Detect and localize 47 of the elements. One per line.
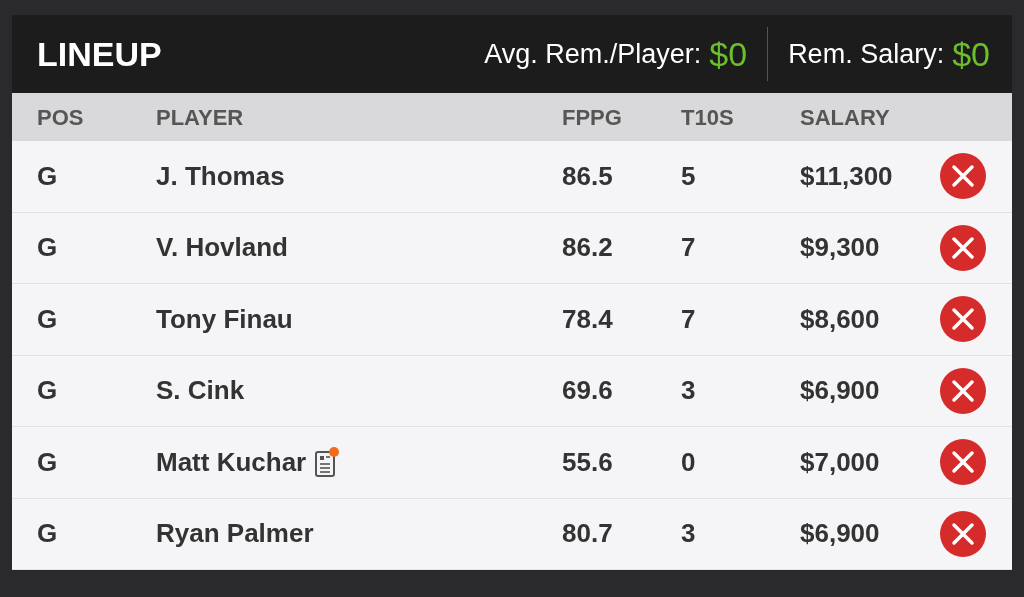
table-cell-text: 86.2 (562, 231, 613, 265)
table-cell-text: $9,300 (800, 231, 880, 265)
news-icon[interactable] (314, 446, 341, 479)
remove-icon[interactable] (940, 510, 986, 557)
remove-icon[interactable] (940, 367, 986, 414)
column-header: PLAYER (156, 103, 245, 132)
table-cell-text: $8,600 (800, 302, 880, 336)
table-cell-text: Tony Finau (156, 302, 293, 336)
table-cell-text: 55.6 (562, 445, 613, 479)
lineup-title: LINEUP (37, 33, 162, 75)
table-cell-text: $7,000 (800, 445, 880, 479)
table-cell-text: G (37, 445, 58, 479)
table-cell-text: $11,300 (800, 159, 893, 193)
stat-value: $0 (952, 33, 990, 75)
table-cell-text: G (37, 374, 58, 408)
table-cell-text: J. Thomas (156, 159, 285, 193)
table-cell-text: 69.6 (562, 374, 613, 408)
table-cell-text: 3 (681, 517, 696, 551)
table-cell-text: V. Hovland (156, 231, 288, 265)
remove-icon[interactable] (940, 224, 986, 271)
stat-label: Avg. Rem./Player: (484, 37, 702, 71)
column-header: FPPG (562, 103, 623, 132)
remove-icon[interactable] (940, 296, 986, 343)
remove-icon[interactable] (940, 439, 986, 486)
table-cell-text: G (37, 231, 58, 265)
column-header: POS (37, 103, 85, 132)
table-cell-text: S. Cink (156, 374, 245, 408)
table-cell-text: G (37, 159, 58, 193)
table-cell-text: 7 (681, 231, 696, 265)
table-cell-text: 5 (681, 159, 696, 193)
stat-value: $0 (709, 33, 748, 75)
table-cell-text: $6,900 (800, 517, 880, 551)
table-cell-text: 78.4 (562, 302, 613, 336)
column-header: SALARY (800, 103, 891, 132)
table-cell-text: 0 (681, 445, 696, 479)
stat-label: Rem. Salary: (788, 37, 945, 71)
column-header: T10S (681, 103, 735, 132)
table-cell-text: G (37, 302, 58, 336)
table-cell-text: G (37, 517, 58, 551)
remove-icon[interactable] (940, 153, 986, 200)
table-cell-text: Ryan Palmer (156, 517, 314, 551)
table-cell-text: 86.5 (562, 159, 613, 193)
table-cell-text: 80.7 (562, 517, 613, 551)
table-cell-text: 3 (681, 374, 696, 408)
table-cell-text: 7 (681, 302, 696, 336)
table-cell-text: Matt Kuchar (156, 445, 307, 479)
table-cell-text: $6,900 (800, 374, 880, 408)
